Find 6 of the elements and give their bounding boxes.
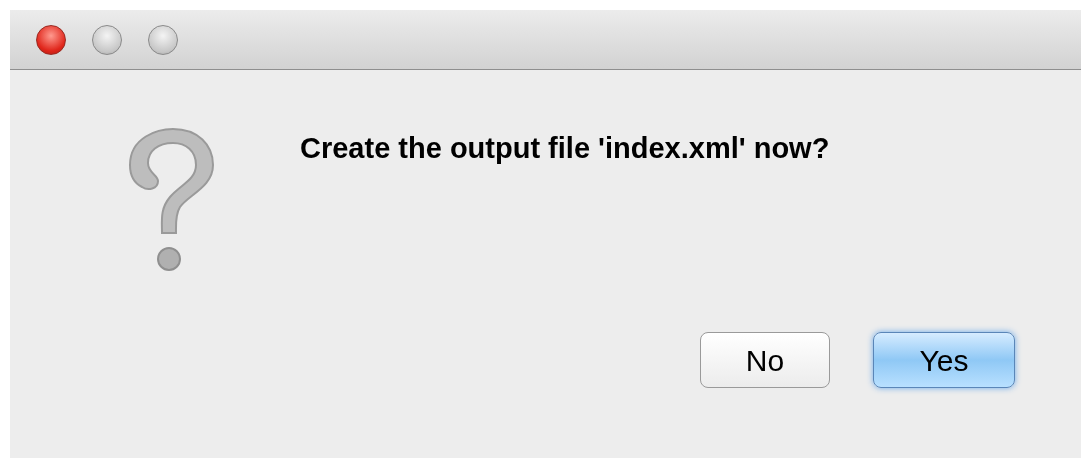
- minimize-button[interactable]: [92, 24, 122, 55]
- zoom-button[interactable]: [148, 24, 178, 55]
- message-text: Create the output file 'index.xml' now?: [300, 131, 831, 166]
- close-button[interactable]: [36, 24, 66, 55]
- dialog-button[interactable]: Yes: [873, 332, 1015, 388]
- dialog-button[interactable]: No: [700, 332, 830, 388]
